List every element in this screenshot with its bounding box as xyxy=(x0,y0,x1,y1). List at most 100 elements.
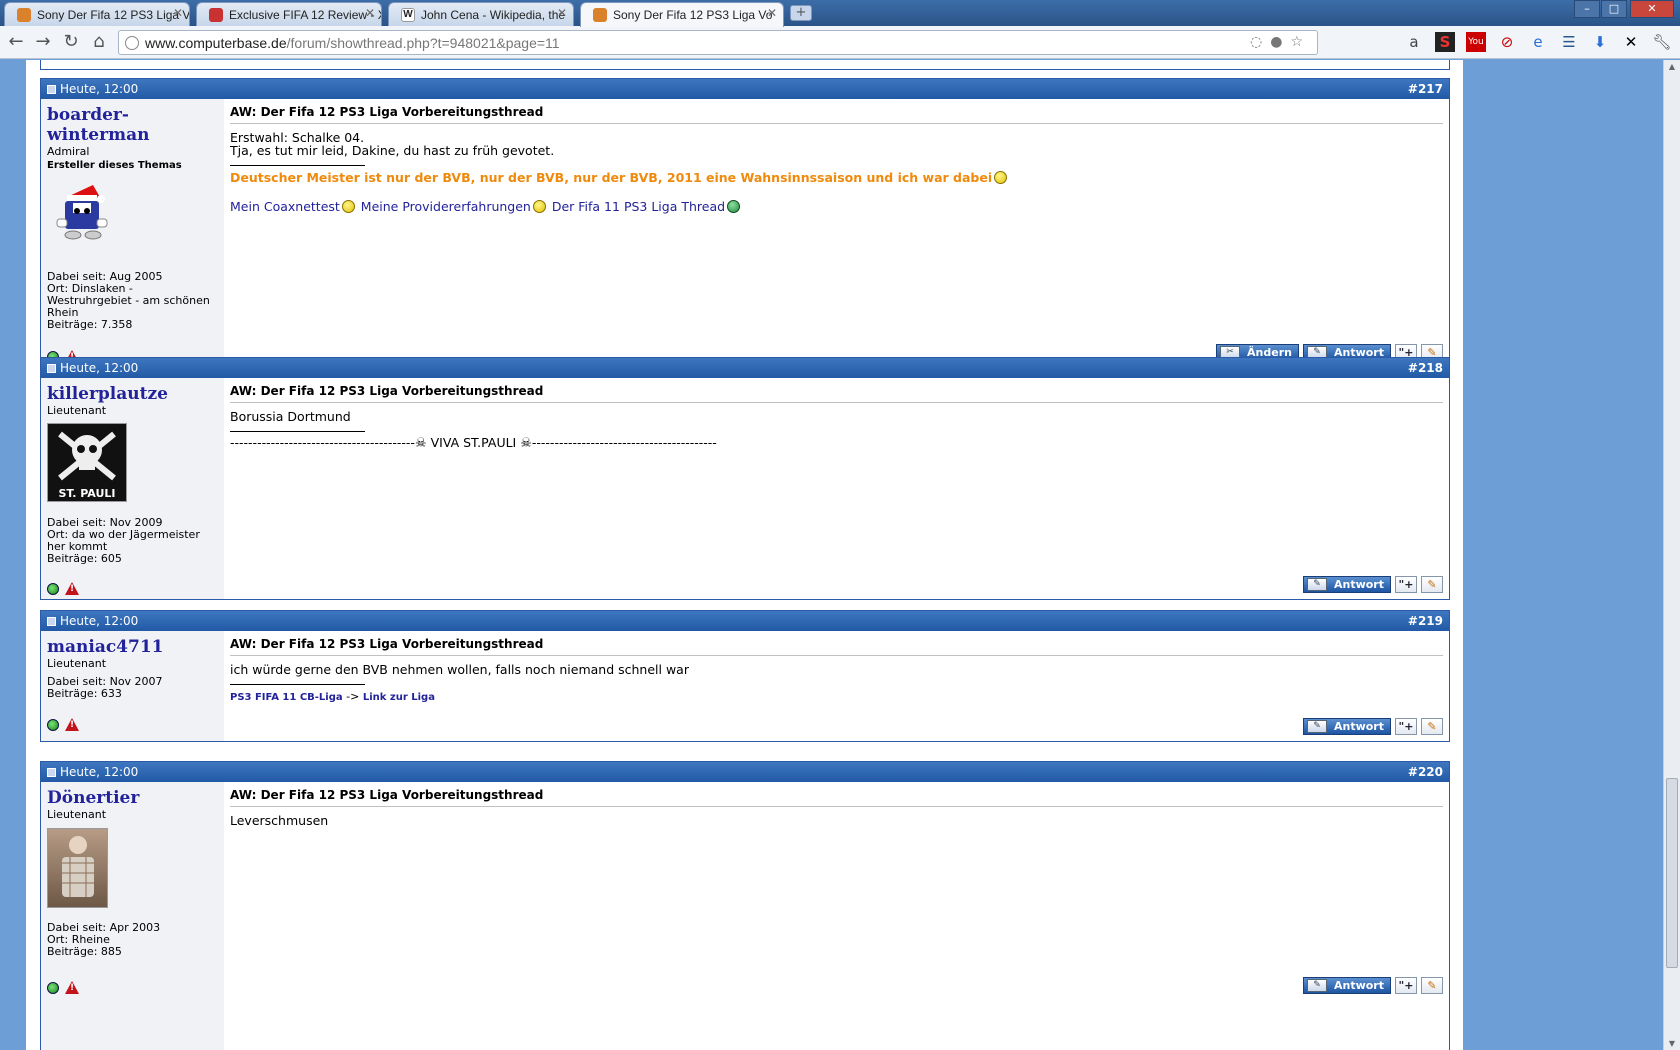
omnibox-icons[interactable]: ◌●☆ xyxy=(1250,34,1311,50)
quick-reply-button[interactable]: ✎ xyxy=(1421,718,1443,735)
adblock-extension-icon[interactable]: ⊘ xyxy=(1497,32,1517,52)
statistics-extension-icon[interactable]: S xyxy=(1435,32,1455,52)
amazon-extension-icon[interactable]: a xyxy=(1404,32,1424,52)
quick-reply-button[interactable]: ✎ xyxy=(1421,977,1443,994)
user-status xyxy=(47,581,79,595)
reply-button[interactable]: ✎ Antwort xyxy=(1302,576,1391,593)
multiquote-button[interactable]: "+ xyxy=(1395,576,1417,593)
liga-link[interactable]: Link zur Liga xyxy=(363,692,435,703)
browser-tab-1[interactable]: Sony Der Fifa 12 PS3 Liga Vo ✕ xyxy=(4,2,190,26)
page-info-icon[interactable] xyxy=(125,36,139,50)
computerbase-favicon-icon xyxy=(17,8,31,22)
user-post-count: Beiträge: 605 xyxy=(47,552,122,565)
tab-title: John Cena - Wikipedia, the xyxy=(421,8,566,22)
scrollbar-thumb[interactable] xyxy=(1666,778,1678,968)
user-stats: Dabei seit: Apr 2003 Ort: Rheine Beiträg… xyxy=(47,922,160,958)
user-post-count: Beiträge: 7.358 xyxy=(47,318,133,331)
vertical-scrollbar[interactable]: ▲ ▼ xyxy=(1663,60,1680,1050)
address-bar[interactable]: www.computerbase.de/forum/showthread.php… xyxy=(118,30,1318,55)
username-link[interactable]: killerplautze xyxy=(47,384,218,404)
download-extension-icon[interactable]: ⬇ xyxy=(1590,32,1610,52)
post-number-link[interactable]: #217 xyxy=(1408,82,1443,96)
tab-title: Sony Der Fifa 12 PS3 Liga Vo xyxy=(37,8,190,22)
close-tab-icon[interactable]: ✕ xyxy=(173,6,183,20)
smiley-icon xyxy=(994,171,1008,184)
report-post-icon[interactable] xyxy=(65,718,79,731)
reload-icon[interactable]: ↻ xyxy=(60,32,82,54)
post-actions: ✎ Antwort "+ ✎ xyxy=(1302,576,1443,593)
post-date: Heute, 12:00 xyxy=(60,614,139,628)
home-icon[interactable]: ⌂ xyxy=(88,32,110,54)
popup-blocked-icon[interactable]: ◌ xyxy=(1250,34,1270,50)
username-link[interactable]: maniac4711 xyxy=(47,637,218,657)
post-line: Tja, es tut mir leid, Dakine, du hast zu… xyxy=(230,143,555,158)
x-extension-icon[interactable]: ✕ xyxy=(1621,32,1641,52)
post-message: AW: Der Fifa 12 PS3 Liga Vorbereitungsth… xyxy=(224,631,1449,741)
thread-starter-label: Ersteller dieses Themas xyxy=(47,160,182,171)
back-icon[interactable]: ← xyxy=(5,32,27,54)
reply-button[interactable]: ✎ Antwort xyxy=(1302,977,1391,994)
forward-icon[interactable]: → xyxy=(32,32,54,54)
avatar[interactable] xyxy=(47,828,108,908)
minimize-button[interactable]: – xyxy=(1574,0,1600,18)
close-tab-icon[interactable]: ✕ xyxy=(365,6,375,20)
online-status-icon xyxy=(47,981,59,994)
previous-post-border xyxy=(40,60,1450,70)
new-tab-button[interactable]: + xyxy=(790,5,812,21)
signature-text: PS3 FIFA 11 CB-Liga -> Link zur Liga xyxy=(230,690,435,703)
rss-extension-icon[interactable]: ☰ xyxy=(1559,32,1579,52)
user-rank: Admiral xyxy=(47,145,90,158)
user-rank: Lieutenant xyxy=(47,657,107,670)
url-text[interactable]: www.computerbase.de/forum/showthread.php… xyxy=(145,35,560,51)
bookmark-star-icon[interactable]: ☆ xyxy=(1290,34,1311,50)
ign-favicon-icon xyxy=(209,8,223,22)
report-post-icon[interactable] xyxy=(65,981,79,994)
ie-tab-extension-icon[interactable]: e xyxy=(1528,32,1548,52)
coaxnettest-link[interactable]: Mein Coaxnettest xyxy=(230,199,340,214)
tab-title: Exclusive FIFA 12 Review - X xyxy=(229,8,382,22)
forum-post: Heute, 12:00 #220 Dönertier Lieutenant D… xyxy=(40,761,1450,1050)
fifa11-thread-link[interactable]: Der Fifa 11 PS3 Liga Thread xyxy=(552,199,725,214)
smiley-icon xyxy=(532,200,546,213)
online-status-icon xyxy=(47,718,59,731)
post-number-link[interactable]: #220 xyxy=(1408,765,1443,779)
reply-button[interactable]: ✎ Antwort xyxy=(1302,718,1391,735)
cb-liga-link[interactable]: PS3 FIFA 11 CB-Liga xyxy=(230,692,343,703)
scroll-down-icon[interactable]: ▼ xyxy=(1664,1039,1680,1048)
close-tab-icon[interactable]: ✕ xyxy=(557,6,567,20)
forum-post: Heute, 12:00 #219 maniac4711 Lieutenant … xyxy=(40,610,1450,742)
browser-tab-2[interactable]: Exclusive FIFA 12 Review - X ✕ xyxy=(196,2,382,26)
post-date: Heute, 12:00 xyxy=(60,361,139,375)
maximize-button[interactable]: □ xyxy=(1601,0,1627,18)
avatar[interactable]: ST. PAULI xyxy=(47,423,127,502)
skull-crossbones-icon xyxy=(58,431,116,481)
post-icon xyxy=(47,85,56,94)
wikipedia-favicon-icon: W xyxy=(401,8,415,22)
post-text: Leverschmusen xyxy=(230,813,329,828)
forum-post: Heute, 12:00 #218 killerplautze Lieutena… xyxy=(40,357,1450,600)
user-stats: Dabei seit: Nov 2009 Ort: da wo der Jäge… xyxy=(47,517,217,565)
pencil-icon: ✎ xyxy=(1306,578,1327,591)
username-link[interactable]: Dönertier xyxy=(47,788,218,808)
lightbulb-icon[interactable]: ● xyxy=(1270,34,1290,50)
multiquote-button[interactable]: "+ xyxy=(1395,977,1417,994)
scroll-up-icon[interactable]: ▲ xyxy=(1664,62,1680,71)
browser-tab-3[interactable]: W John Cena - Wikipedia, the ✕ xyxy=(388,2,574,26)
username-link[interactable]: boarder-winterman xyxy=(47,105,218,145)
post-number-link[interactable]: #218 xyxy=(1408,361,1443,375)
post-header: Heute, 12:00 #220 xyxy=(41,762,1449,782)
wrench-menu-icon[interactable]: 🔧︎ xyxy=(1652,32,1672,52)
quick-reply-button[interactable]: ✎ xyxy=(1421,576,1443,593)
post-number-link[interactable]: #219 xyxy=(1408,614,1443,628)
close-tab-icon[interactable]: ✕ xyxy=(767,6,777,20)
browser-tab-4-active[interactable]: Sony Der Fifa 12 PS3 Liga Vo ✕ xyxy=(580,2,784,27)
provider-link[interactable]: Meine Providererfahrungen xyxy=(361,199,531,214)
youtube-extension-icon[interactable]: You xyxy=(1466,32,1486,52)
avatar[interactable] xyxy=(53,179,115,245)
multiquote-button[interactable]: "+ xyxy=(1395,718,1417,735)
post-header: Heute, 12:00 #218 xyxy=(41,358,1449,378)
report-post-icon[interactable] xyxy=(65,582,79,595)
pencil-icon: ✎ xyxy=(1306,720,1327,733)
pencil-icon: ✎ xyxy=(1306,979,1327,992)
close-window-button[interactable]: ✕ xyxy=(1630,0,1674,18)
